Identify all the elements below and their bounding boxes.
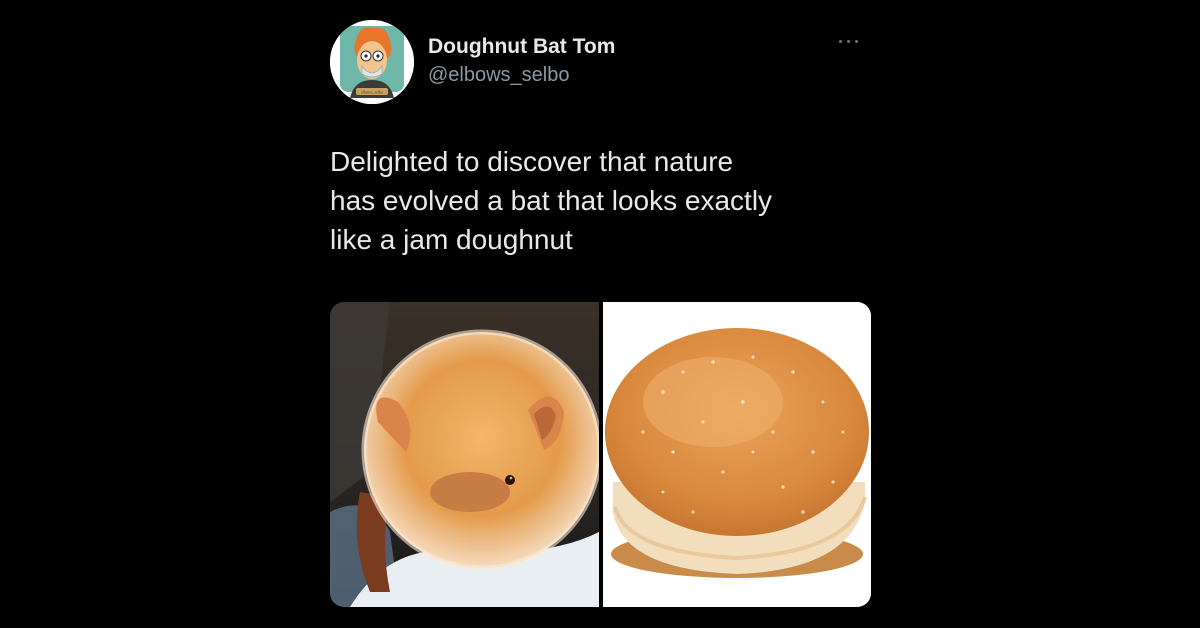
doughnut-image xyxy=(603,302,871,607)
tweet-card: elbows_selbo Doughnut Bat Tom @elbows_se… xyxy=(330,20,875,259)
display-name[interactable]: Doughnut Bat Tom xyxy=(428,34,615,60)
bat-photo[interactable] xyxy=(330,302,599,607)
author-names: Doughnut Bat Tom @elbows_selbo xyxy=(428,34,615,88)
user-handle[interactable]: @elbows_selbo xyxy=(428,62,615,88)
avatar-caption: elbows_selbo xyxy=(361,90,383,95)
tweet-text: Delighted to discover that nature has ev… xyxy=(330,146,773,255)
tweet-media xyxy=(330,302,871,607)
avatar[interactable]: elbows_selbo xyxy=(330,20,414,104)
more-options-icon[interactable] xyxy=(837,36,861,46)
bat-image xyxy=(330,302,599,607)
cartoon-avatar-icon: elbows_selbo xyxy=(330,20,414,104)
jam-doughnut-photo[interactable] xyxy=(603,302,871,607)
tweet-header: elbows_selbo Doughnut Bat Tom @elbows_se… xyxy=(330,20,875,104)
